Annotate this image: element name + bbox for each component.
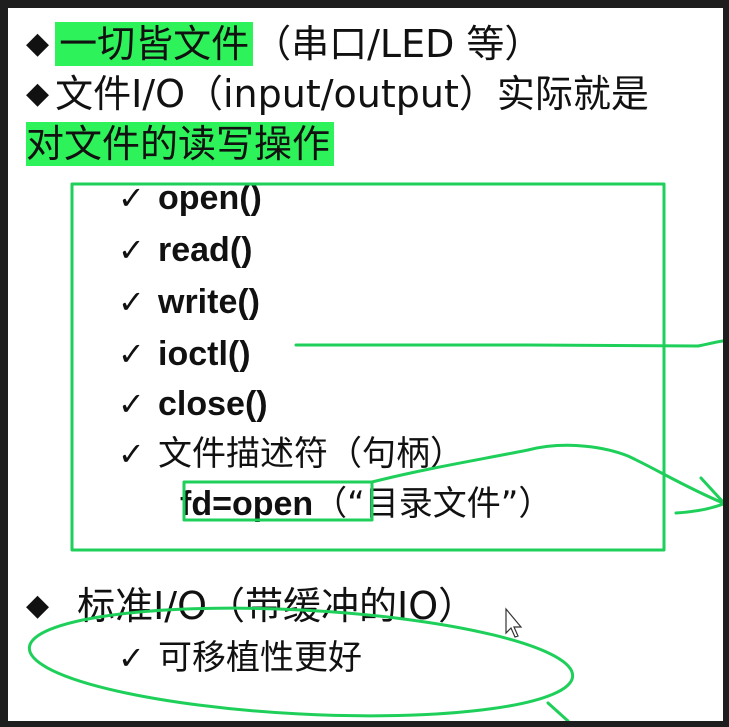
fd-arrow-head xyxy=(699,476,723,504)
function-name: write() xyxy=(158,283,260,321)
check-icon: ✓ xyxy=(118,435,145,473)
list-item-read: ✓ read() xyxy=(118,230,252,270)
check-icon: ✓ xyxy=(118,385,145,423)
list-item-file-descriptor: ✓ 文件描述符（句柄） xyxy=(118,434,464,474)
bullet-standard-io: ◆ 标准I/O（带缓冲的IO） xyxy=(26,584,476,628)
bullet-file-io-continued: 对文件的读写操作 xyxy=(26,122,335,166)
portability-text: 可移植性更好 xyxy=(158,638,362,678)
fd-assignment: fd=open xyxy=(180,485,314,523)
ellipse-tail-stroke xyxy=(546,701,570,721)
function-name: close() xyxy=(158,385,268,423)
list-item-ioctl: ✓ ioctl() xyxy=(118,334,251,374)
diamond-bullet-icon: ◆ xyxy=(26,26,50,61)
highlighted-text: 一切皆文件 xyxy=(55,22,254,66)
bullet-everything-is-file: ◆ 一切皆文件 （串口/LED 等） xyxy=(26,22,542,66)
check-icon: ✓ xyxy=(118,231,145,269)
fd-arrow-line-lower xyxy=(674,502,723,515)
list-item-close: ✓ close() xyxy=(118,384,268,424)
diamond-bullet-icon: ◆ xyxy=(26,76,50,111)
function-name: ioctl() xyxy=(158,335,251,373)
check-icon: ✓ xyxy=(118,335,145,373)
highlighted-text: 对文件的读写操作 xyxy=(26,122,335,166)
descriptor-label: 文件描述符（句柄） xyxy=(158,434,464,474)
bullet-text: 标准I/O（带缓冲的IO） xyxy=(77,584,477,628)
bullet-text: 文件I/O（input/output）实际就是 xyxy=(55,72,649,116)
list-item-portability: ✓ 可移植性更好 xyxy=(118,638,362,678)
descriptor-example: fd=open（“目录文件”） xyxy=(180,484,552,524)
fd-argument: （“目录文件”） xyxy=(313,484,553,524)
bullet-text: （串口/LED 等） xyxy=(253,22,543,66)
mouse-cursor-icon xyxy=(505,607,523,638)
ioctl-arrow-line xyxy=(294,339,723,348)
list-item-write: ✓ write() xyxy=(118,282,260,322)
function-name: read() xyxy=(158,231,253,269)
list-item-open: ✓ open() xyxy=(118,178,262,218)
bullet-file-io: ◆ 文件I/O（input/output）实际就是 xyxy=(26,72,649,116)
diamond-bullet-icon: ◆ xyxy=(26,588,50,623)
check-icon: ✓ xyxy=(118,179,145,217)
check-icon: ✓ xyxy=(118,283,145,321)
function-name: open() xyxy=(158,179,262,217)
slide: ◆ 一切皆文件 （串口/LED 等） ◆ 文件I/O（input/output）实际就… xyxy=(8,8,723,721)
check-icon: ✓ xyxy=(118,639,145,677)
